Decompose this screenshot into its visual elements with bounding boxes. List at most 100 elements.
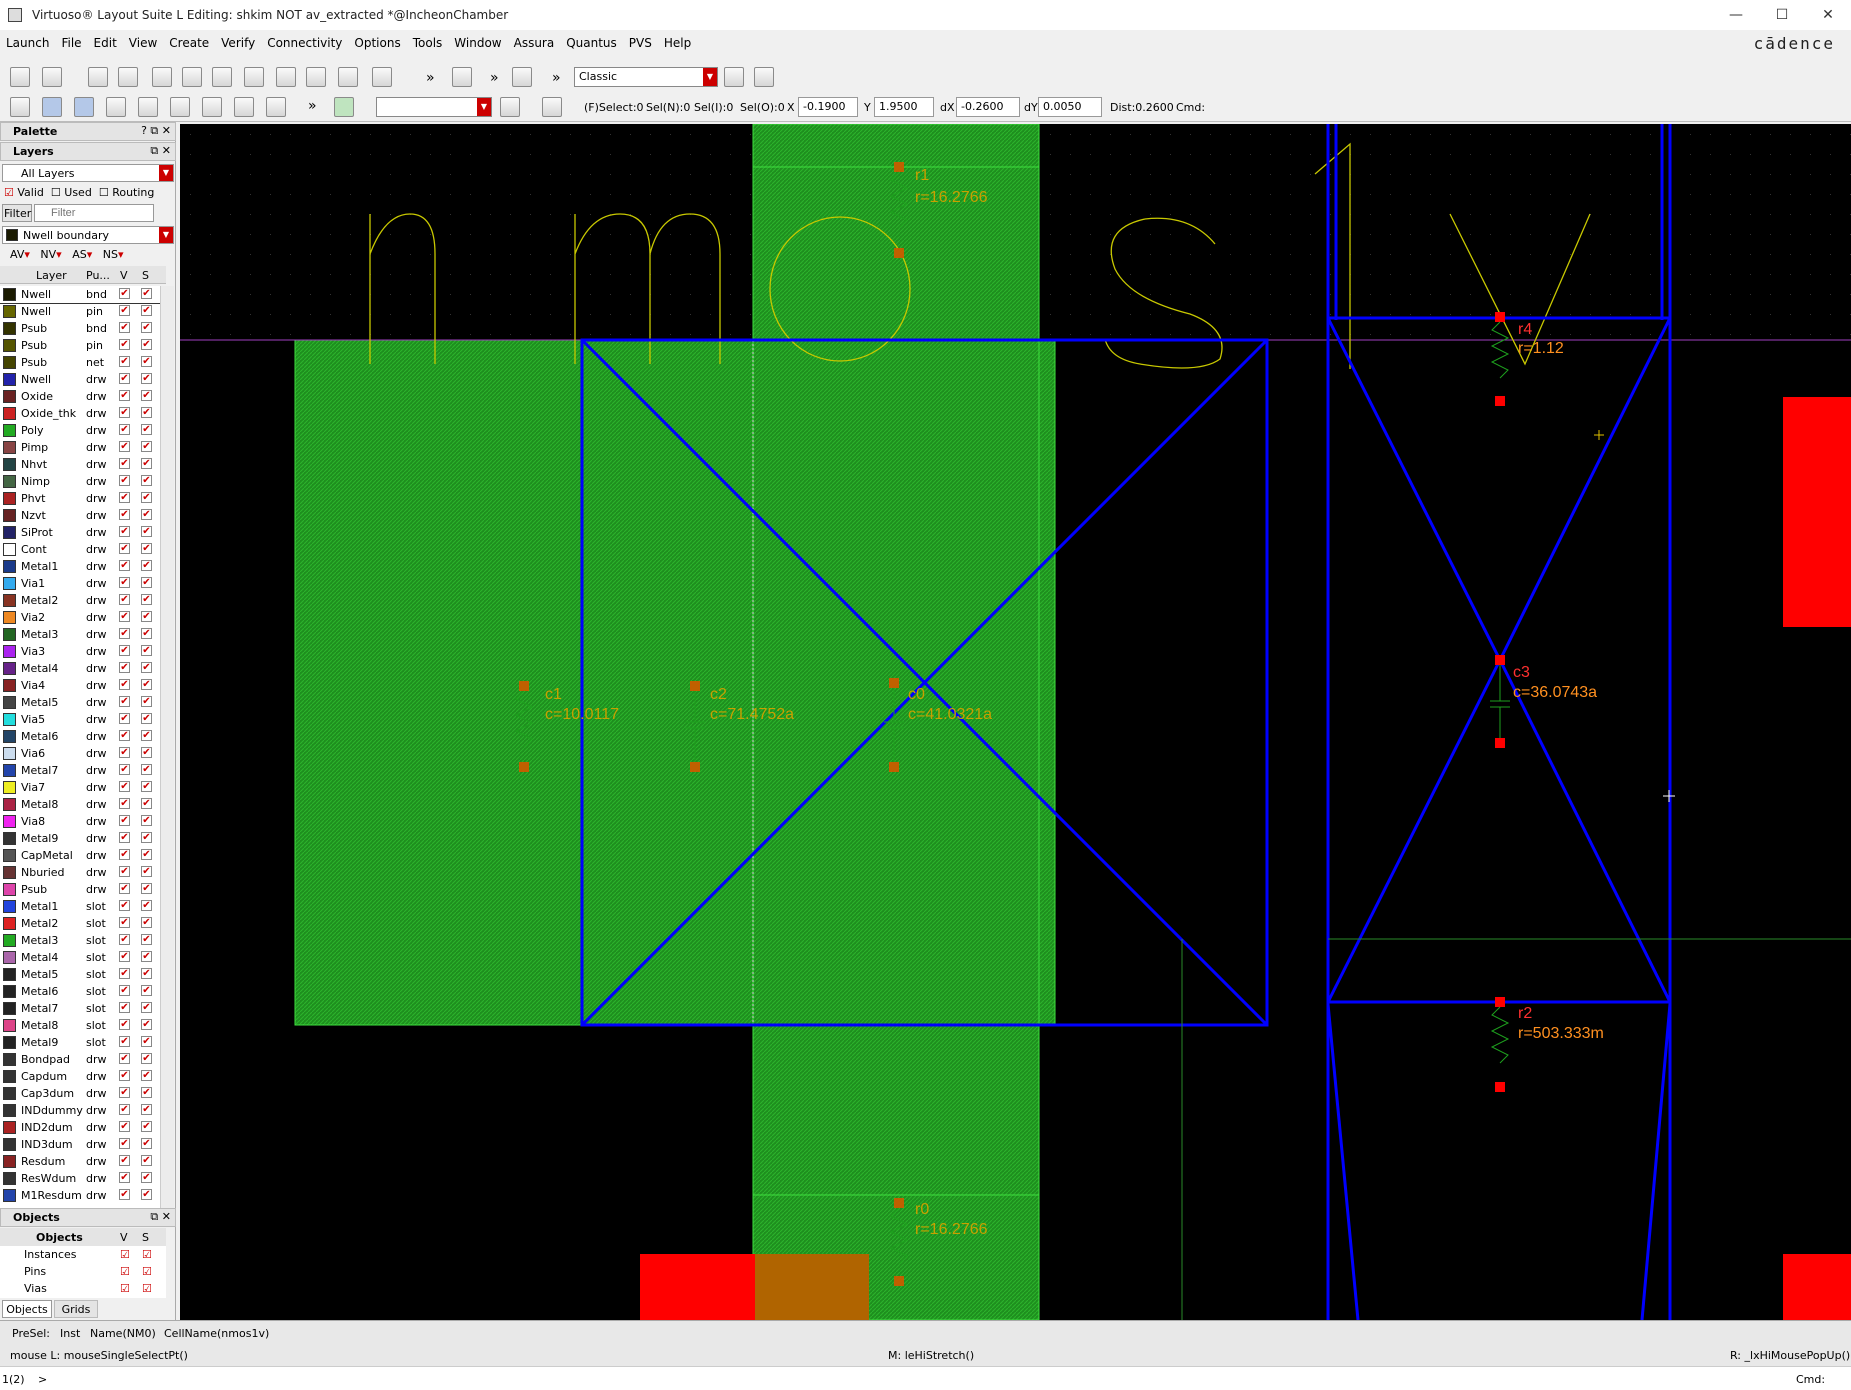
workspace-select[interactable]: Classic ▼	[574, 67, 718, 87]
hierarchy-mode-icon[interactable]	[74, 97, 94, 117]
layer-selectable-checkbox[interactable]: ✔	[141, 985, 152, 996]
layer-visible-checkbox[interactable]: ✔	[119, 1002, 130, 1013]
delete-icon[interactable]	[244, 67, 264, 87]
layer-visible-checkbox[interactable]: ✔	[119, 781, 130, 792]
layer-row[interactable]: Nwell bnd ✔ ✔	[0, 286, 161, 304]
layer-selectable-checkbox[interactable]: ✔	[141, 441, 152, 452]
menu-options[interactable]: Options	[348, 36, 406, 50]
layer-visible-checkbox[interactable]: ✔	[119, 866, 130, 877]
layer-visible-checkbox[interactable]: ✔	[119, 543, 130, 554]
layer-visible-checkbox[interactable]: ✔	[119, 1121, 130, 1132]
layer-row[interactable]: Metal6 slot ✔ ✔	[0, 983, 160, 1000]
layer-row[interactable]: Metal7 slot ✔ ✔	[0, 1000, 160, 1017]
layer-visible-checkbox[interactable]: ✔	[119, 696, 130, 707]
objects-item-instances[interactable]: Instances	[24, 1248, 77, 1261]
menu-verify[interactable]: Verify	[215, 36, 261, 50]
layer-visible-checkbox[interactable]: ✔	[119, 1087, 130, 1098]
layer-row[interactable]: Metal1 drw ✔ ✔	[0, 558, 160, 575]
undo-icon[interactable]	[88, 67, 108, 87]
as-button[interactable]: AS	[72, 248, 87, 261]
layer-row[interactable]: Metal1 slot ✔ ✔	[0, 898, 160, 915]
refresh-icon[interactable]	[372, 67, 392, 87]
layer-selectable-checkbox[interactable]: ✔	[141, 645, 152, 656]
workspace-delete-icon[interactable]	[754, 67, 774, 87]
layer-selectable-checkbox[interactable]: ✔	[141, 526, 152, 537]
copy-icon[interactable]	[182, 67, 202, 87]
layer-selectable-checkbox[interactable]: ✔	[141, 1087, 152, 1098]
layer-scrollbar[interactable]	[160, 286, 174, 1208]
av-button[interactable]: AV	[10, 248, 24, 261]
layer-selectable-checkbox[interactable]: ✔	[141, 1155, 152, 1166]
layer-selectable-checkbox[interactable]: ✔	[141, 1036, 152, 1047]
layer-row[interactable]: Pimp drw ✔ ✔	[0, 439, 160, 456]
layout-canvas[interactable]: r1 r=16.2766 r0 r=16.2766 c1 c=10.0117 c…	[180, 124, 1851, 1320]
layer-row[interactable]: Via6 drw ✔ ✔	[0, 745, 160, 762]
layer-selectable-checkbox[interactable]: ✔	[141, 798, 152, 809]
x-coord-field[interactable]: -0.1900	[798, 97, 858, 117]
cross-icon[interactable]	[106, 97, 126, 117]
layer-selectable-checkbox[interactable]: ✔	[141, 1053, 152, 1064]
layer-visible-checkbox[interactable]: ✔	[119, 764, 130, 775]
layer-visible-checkbox[interactable]: ✔	[119, 288, 130, 299]
layer-visible-checkbox[interactable]: ✔	[119, 1104, 130, 1115]
layer-visible-checkbox[interactable]: ✔	[119, 492, 130, 503]
layer-row[interactable]: Via2 drw ✔ ✔	[0, 609, 160, 626]
layer-selectable-checkbox[interactable]: ✔	[141, 832, 152, 843]
layer-row[interactable]: M1Resdum drw ✔ ✔	[0, 1187, 160, 1204]
layer-visible-checkbox[interactable]: ✔	[119, 407, 130, 418]
layer-row[interactable]: Metal8 drw ✔ ✔	[0, 796, 160, 813]
layer-row[interactable]: IND2dum drw ✔ ✔	[0, 1119, 160, 1136]
layer-row[interactable]: Poly drw ✔ ✔	[0, 422, 160, 439]
layer-visible-checkbox[interactable]: ✔	[119, 577, 130, 588]
layer-visible-checkbox[interactable]: ✔	[119, 1155, 130, 1166]
menu-create[interactable]: Create	[163, 36, 215, 50]
layer-row[interactable]: Metal4 drw ✔ ✔	[0, 660, 160, 677]
ruler-icon[interactable]	[170, 97, 190, 117]
path-icon[interactable]	[266, 97, 286, 117]
layer-row[interactable]: Via3 drw ✔ ✔	[0, 643, 160, 660]
layer-visible-checkbox[interactable]: ✔	[119, 594, 130, 605]
layer-row[interactable]: Psub bnd ✔ ✔	[0, 320, 160, 337]
toolbar2-more-icon[interactable]: »	[308, 98, 317, 114]
filter-button[interactable]: Filter	[2, 204, 32, 222]
layer-selectable-checkbox[interactable]: ✔	[141, 390, 152, 401]
layer-visible-checkbox[interactable]: ✔	[119, 305, 130, 316]
hierarchy-icon[interactable]	[512, 67, 532, 87]
layer-row[interactable]: Nhvt drw ✔ ✔	[0, 456, 160, 473]
layer-selectable-checkbox[interactable]: ✔	[141, 883, 152, 894]
objects-item-pins[interactable]: Pins	[24, 1265, 46, 1278]
layer-selectable-checkbox[interactable]: ✔	[141, 475, 152, 486]
layer-selectable-checkbox[interactable]: ✔	[141, 713, 152, 724]
layer-visible-checkbox[interactable]: ✔	[119, 611, 130, 622]
layer-row[interactable]: Psub pin ✔ ✔	[0, 337, 160, 354]
layer-row[interactable]: Nimp drw ✔ ✔	[0, 473, 160, 490]
layer-visible-checkbox[interactable]: ✔	[119, 475, 130, 486]
menu-help[interactable]: Help	[658, 36, 697, 50]
toolbar-more-icon-3[interactable]: »	[552, 70, 561, 86]
layer-visible-checkbox[interactable]: ✔	[119, 628, 130, 639]
layer-visible-checkbox[interactable]: ✔	[119, 798, 130, 809]
layer-filter-input[interactable]	[34, 204, 154, 222]
warning-icon[interactable]	[202, 97, 222, 117]
layer-selectable-checkbox[interactable]: ✔	[141, 577, 152, 588]
toolbar-more-icon[interactable]: »	[426, 70, 435, 86]
layer-row[interactable]: Metal6 drw ✔ ✔	[0, 728, 160, 745]
menu-connectivity[interactable]: Connectivity	[261, 36, 348, 50]
menu-file[interactable]: File	[55, 36, 87, 50]
stretch-mode-icon[interactable]	[42, 97, 62, 117]
layer-filter-select[interactable]: All Layers ▼	[2, 164, 174, 182]
layer-visible-checkbox[interactable]: ✔	[119, 1070, 130, 1081]
layer-row[interactable]: Metal5 slot ✔ ✔	[0, 966, 160, 983]
info-icon[interactable]	[306, 67, 326, 87]
layer-selectable-checkbox[interactable]: ✔	[141, 543, 152, 554]
layer-selectable-checkbox[interactable]: ✔	[141, 560, 152, 571]
nv-button[interactable]: NV	[40, 248, 56, 261]
layer-select[interactable]: ▼	[376, 97, 492, 117]
layer-selectable-checkbox[interactable]: ✔	[141, 1104, 152, 1115]
layer-selectable-checkbox[interactable]: ✔	[141, 764, 152, 775]
redo-icon[interactable]	[118, 67, 138, 87]
gear-icon[interactable]	[500, 97, 520, 117]
layer-visible-checkbox[interactable]: ✔	[119, 815, 130, 826]
layer-visible-checkbox[interactable]: ✔	[119, 339, 130, 350]
routing-checkbox[interactable]: ☐	[99, 186, 109, 199]
